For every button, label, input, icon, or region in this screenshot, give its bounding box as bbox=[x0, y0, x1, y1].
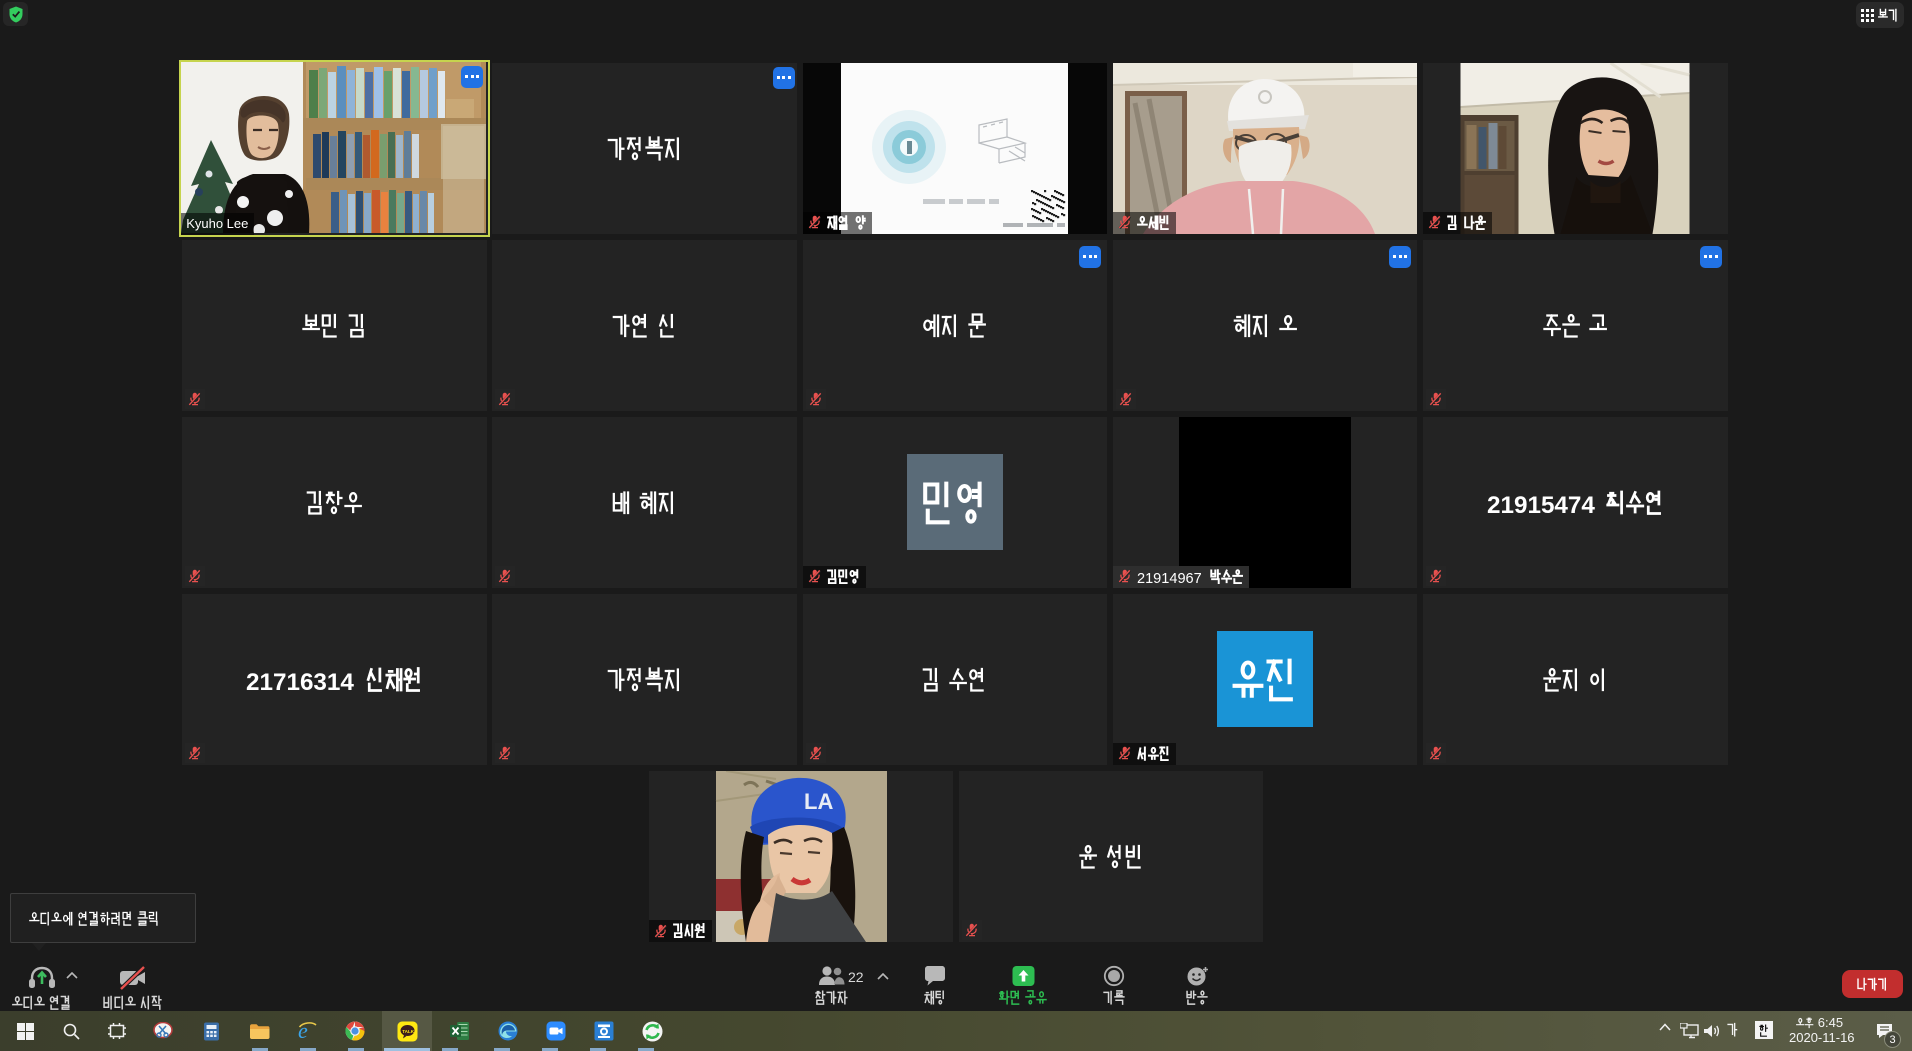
svg-text:21914967: 21914967 bbox=[1137, 571, 1202, 584]
svg-text:21716314: 21716314 bbox=[246, 669, 354, 692]
svg-text:LA: LA bbox=[804, 789, 833, 814]
svg-text:21915474: 21915474 bbox=[1487, 492, 1595, 515]
svg-text:TALK: TALK bbox=[402, 1029, 415, 1034]
